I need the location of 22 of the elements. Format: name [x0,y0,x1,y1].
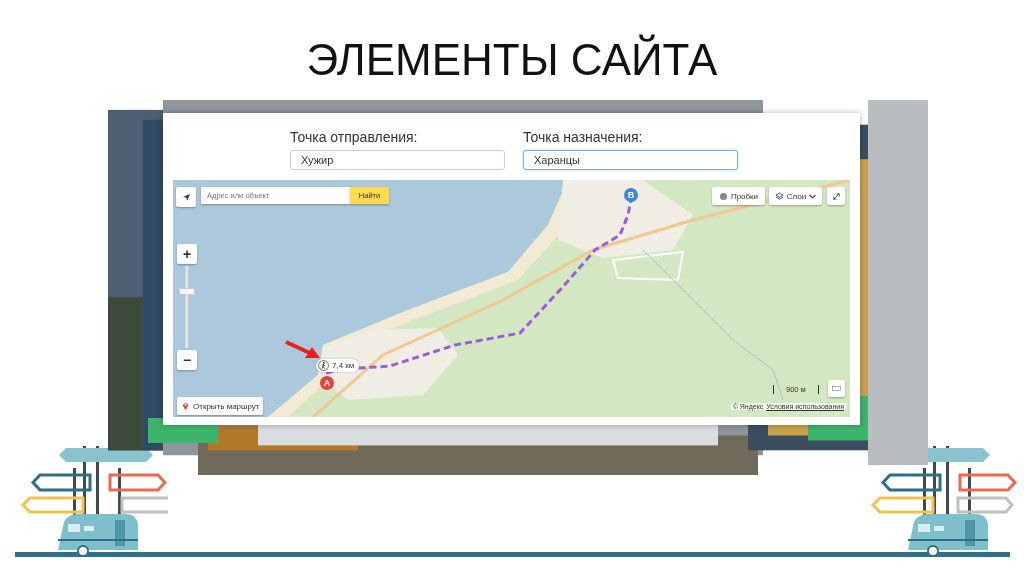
zoom-in-button[interactable]: + [177,244,197,264]
open-route-button[interactable]: Открыть маршрут [177,397,264,415]
arrow-icon [285,340,321,360]
zoom-out-button[interactable]: − [177,350,197,370]
traffic-button[interactable]: Пробки [712,187,765,205]
input-field[interactable]: Харанцы [523,150,738,170]
field-label: Точка отправления: [290,129,419,145]
ruler-button[interactable] [828,380,845,397]
fullscreen-button[interactable] [827,187,845,205]
geolocation-button[interactable] [176,187,196,207]
field-label: Точка назначения: [523,129,644,145]
caret-icon [809,192,817,200]
input-field[interactable]: Хужир [290,150,505,170]
layers-button[interactable]: Слои [769,187,822,205]
layers-icon [774,191,784,201]
distance-text: 7,4 км [332,361,355,370]
expand-icon [831,191,841,201]
ruler-icon [832,384,841,393]
location-arrow-icon [181,192,191,202]
map-pin-icon [181,401,190,411]
slide-title: ЭЛЕМЕНТЫ САЙТА [305,33,719,86]
traffic-icon [718,191,728,201]
